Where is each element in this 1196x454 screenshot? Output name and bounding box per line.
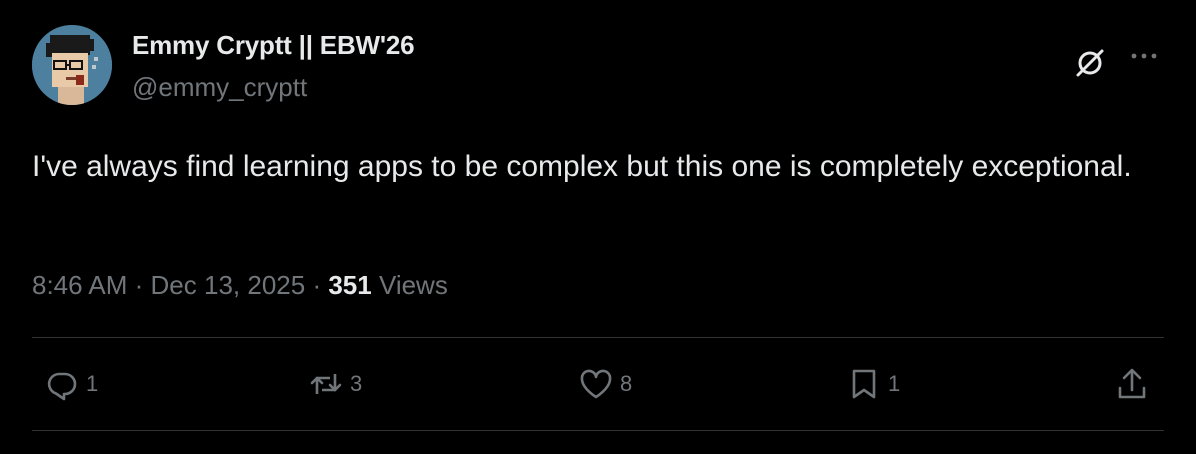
author-handle[interactable]: @emmy_cryptt: [132, 72, 307, 103]
reply-count: 1: [86, 371, 99, 396]
views-label: Views: [378, 270, 448, 300]
divider: [32, 337, 1164, 338]
tweet-date[interactable]: Dec 13, 2025: [151, 270, 306, 300]
share-button[interactable]: [1114, 366, 1150, 402]
share-icon: [1118, 368, 1146, 399]
repost-button[interactable]: 3: [308, 366, 362, 402]
grok-icon[interactable]: [1073, 44, 1109, 80]
avatar-image: [32, 25, 112, 105]
tweet-text: I've always find learning apps to be com…: [32, 150, 1132, 183]
meta-separator: ·: [312, 270, 329, 300]
divider: [32, 430, 1164, 431]
bookmark-button[interactable]: 1: [846, 366, 900, 402]
meta-separator: ·: [134, 270, 151, 300]
like-button[interactable]: 8: [578, 366, 632, 402]
repost-count: 3: [350, 371, 363, 396]
reply-button[interactable]: 1: [44, 366, 98, 402]
author-display-name[interactable]: Emmy Cryptt || EBW'26: [132, 30, 415, 61]
bookmark-icon: [852, 369, 876, 399]
avatar[interactable]: [32, 25, 112, 105]
bookmark-count: 1: [888, 371, 901, 396]
repost-icon: [310, 374, 342, 394]
more-icon[interactable]: [1126, 44, 1162, 68]
reply-icon: [47, 372, 77, 401]
views-count: 351: [328, 270, 372, 300]
tweet-meta: 8:46 AM · Dec 13, 2025 · 351 Views: [32, 270, 448, 301]
tweet-time[interactable]: 8:46 AM: [32, 270, 127, 300]
like-count: 8: [620, 371, 633, 396]
heart-icon: [580, 369, 612, 399]
